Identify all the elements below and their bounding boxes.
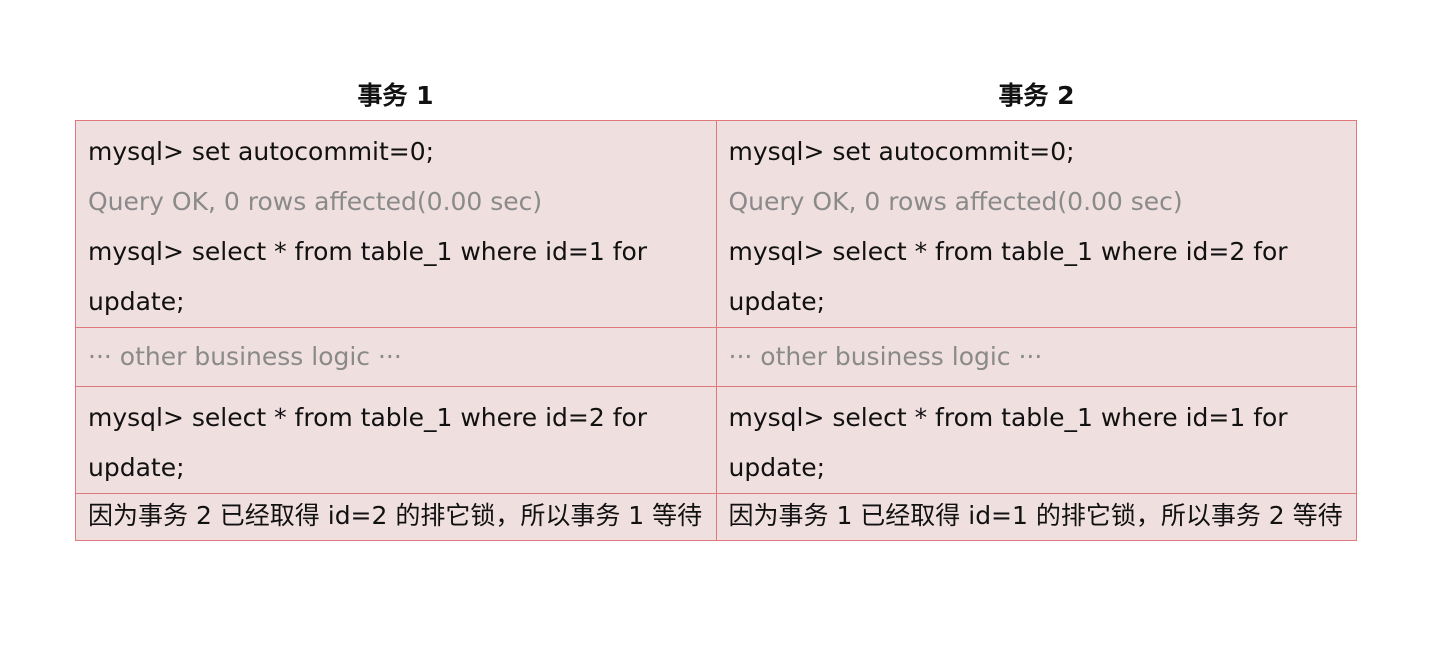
sql-line: mysql> set autocommit=0; bbox=[728, 137, 1075, 166]
cell-tx2-note: 因为事务 1 已经取得 id=1 的排它锁，所以事务 2 等待 bbox=[715, 493, 1357, 541]
table-row: 因为事务 2 已经取得 id=2 的排它锁，所以事务 1 等待 因为事务 1 已… bbox=[75, 493, 1357, 541]
cell-tx1-logic: ··· other business logic ··· bbox=[75, 327, 717, 387]
sql-line: update; bbox=[728, 287, 826, 316]
cell-tx1-lock: mysql> select * from table_1 where id=2 … bbox=[75, 386, 717, 494]
sql-line: mysql> select * from table_1 where id=1 … bbox=[88, 237, 648, 266]
logic-line: ··· other business logic ··· bbox=[728, 342, 1043, 371]
cell-tx2-logic: ··· other business logic ··· bbox=[715, 327, 1357, 387]
sql-line: mysql> select * from table_1 where id=1 … bbox=[728, 403, 1288, 432]
sql-line: update; bbox=[88, 287, 185, 316]
transaction-comparison: 事务 1 事务 2 mysql> set autocommit=0; Query… bbox=[75, 72, 1357, 541]
sql-line: mysql> set autocommit=0; bbox=[88, 137, 435, 166]
header-tx2: 事务 2 bbox=[998, 81, 1075, 110]
sql-line: mysql> select * from table_1 where id=2 … bbox=[88, 403, 648, 432]
sql-result-line: Query OK, 0 rows affected(0.00 sec) bbox=[728, 187, 1183, 216]
transaction-table: mysql> set autocommit=0; Query OK, 0 row… bbox=[75, 120, 1357, 541]
sql-line: update; bbox=[728, 453, 826, 482]
sql-result-line: Query OK, 0 rows affected(0.00 sec) bbox=[88, 187, 543, 216]
table-row: ··· other business logic ··· ··· other b… bbox=[75, 327, 1357, 387]
wait-note: 因为事务 1 已经取得 id=1 的排它锁，所以事务 2 等待 bbox=[728, 501, 1343, 530]
table-row: mysql> select * from table_1 where id=2 … bbox=[75, 386, 1357, 494]
header-tx1: 事务 1 bbox=[357, 81, 434, 110]
cell-tx1-note: 因为事务 2 已经取得 id=2 的排它锁，所以事务 1 等待 bbox=[75, 493, 717, 541]
table-header: 事务 1 事务 2 bbox=[75, 72, 1357, 120]
sql-line: mysql> select * from table_1 where id=2 … bbox=[728, 237, 1288, 266]
table-row: mysql> set autocommit=0; Query OK, 0 row… bbox=[75, 120, 1357, 328]
logic-line: ··· other business logic ··· bbox=[88, 342, 402, 371]
wait-note: 因为事务 2 已经取得 id=2 的排它锁，所以事务 1 等待 bbox=[88, 501, 703, 530]
cell-tx1-setup: mysql> set autocommit=0; Query OK, 0 row… bbox=[75, 120, 717, 328]
cell-tx2-setup: mysql> set autocommit=0; Query OK, 0 row… bbox=[715, 120, 1357, 328]
cell-tx2-lock: mysql> select * from table_1 where id=1 … bbox=[715, 386, 1357, 494]
sql-line: update; bbox=[88, 453, 185, 482]
